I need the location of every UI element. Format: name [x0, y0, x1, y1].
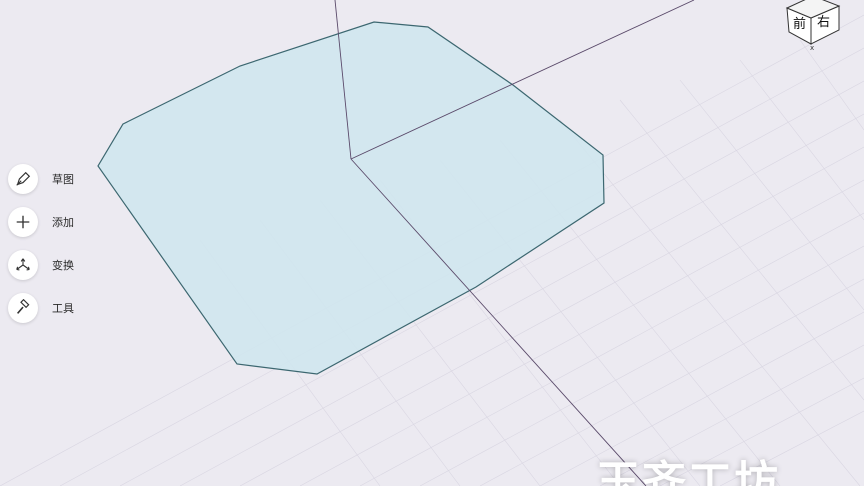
- transform-button[interactable]: [8, 249, 38, 280]
- view-cube-axis-label: x: [810, 44, 814, 50]
- pencil-icon: [16, 171, 31, 186]
- watermark-text: 玉齐工坊: [596, 457, 780, 486]
- sketch-label: 草图: [52, 172, 74, 186]
- add-label: 添加: [52, 215, 74, 229]
- sketch-button[interactable]: [8, 163, 38, 194]
- sketch-shape[interactable]: [97, 21, 605, 375]
- tools-button[interactable]: [8, 292, 38, 323]
- transform-arrows-icon: [16, 257, 30, 270]
- view-cube-right-label: 右: [817, 15, 830, 30]
- view-cube[interactable]: 前 右 x: [783, 0, 843, 50]
- transform-label: 变换: [52, 258, 74, 272]
- toolbar-item-add[interactable]: 添加: [8, 205, 74, 238]
- left-toolbar: 草图 添加 变换 工具: [8, 162, 74, 324]
- plus-icon: [16, 215, 30, 228]
- toolbar-item-transform[interactable]: 变换: [8, 248, 74, 281]
- view-cube-front-label: 前: [793, 16, 806, 32]
- toolbar-item-tools[interactable]: 工具: [8, 291, 74, 324]
- design-viewport[interactable]: 草图 添加 变换 工具 前 右 x 玉齐工坊: [0, 0, 864, 486]
- tools-label: 工具: [52, 301, 74, 315]
- 3d-scene-canvas[interactable]: [0, 0, 864, 486]
- add-button[interactable]: [8, 206, 38, 237]
- toolbar-item-sketch[interactable]: 草图: [8, 162, 74, 195]
- hammer-icon: [16, 298, 30, 314]
